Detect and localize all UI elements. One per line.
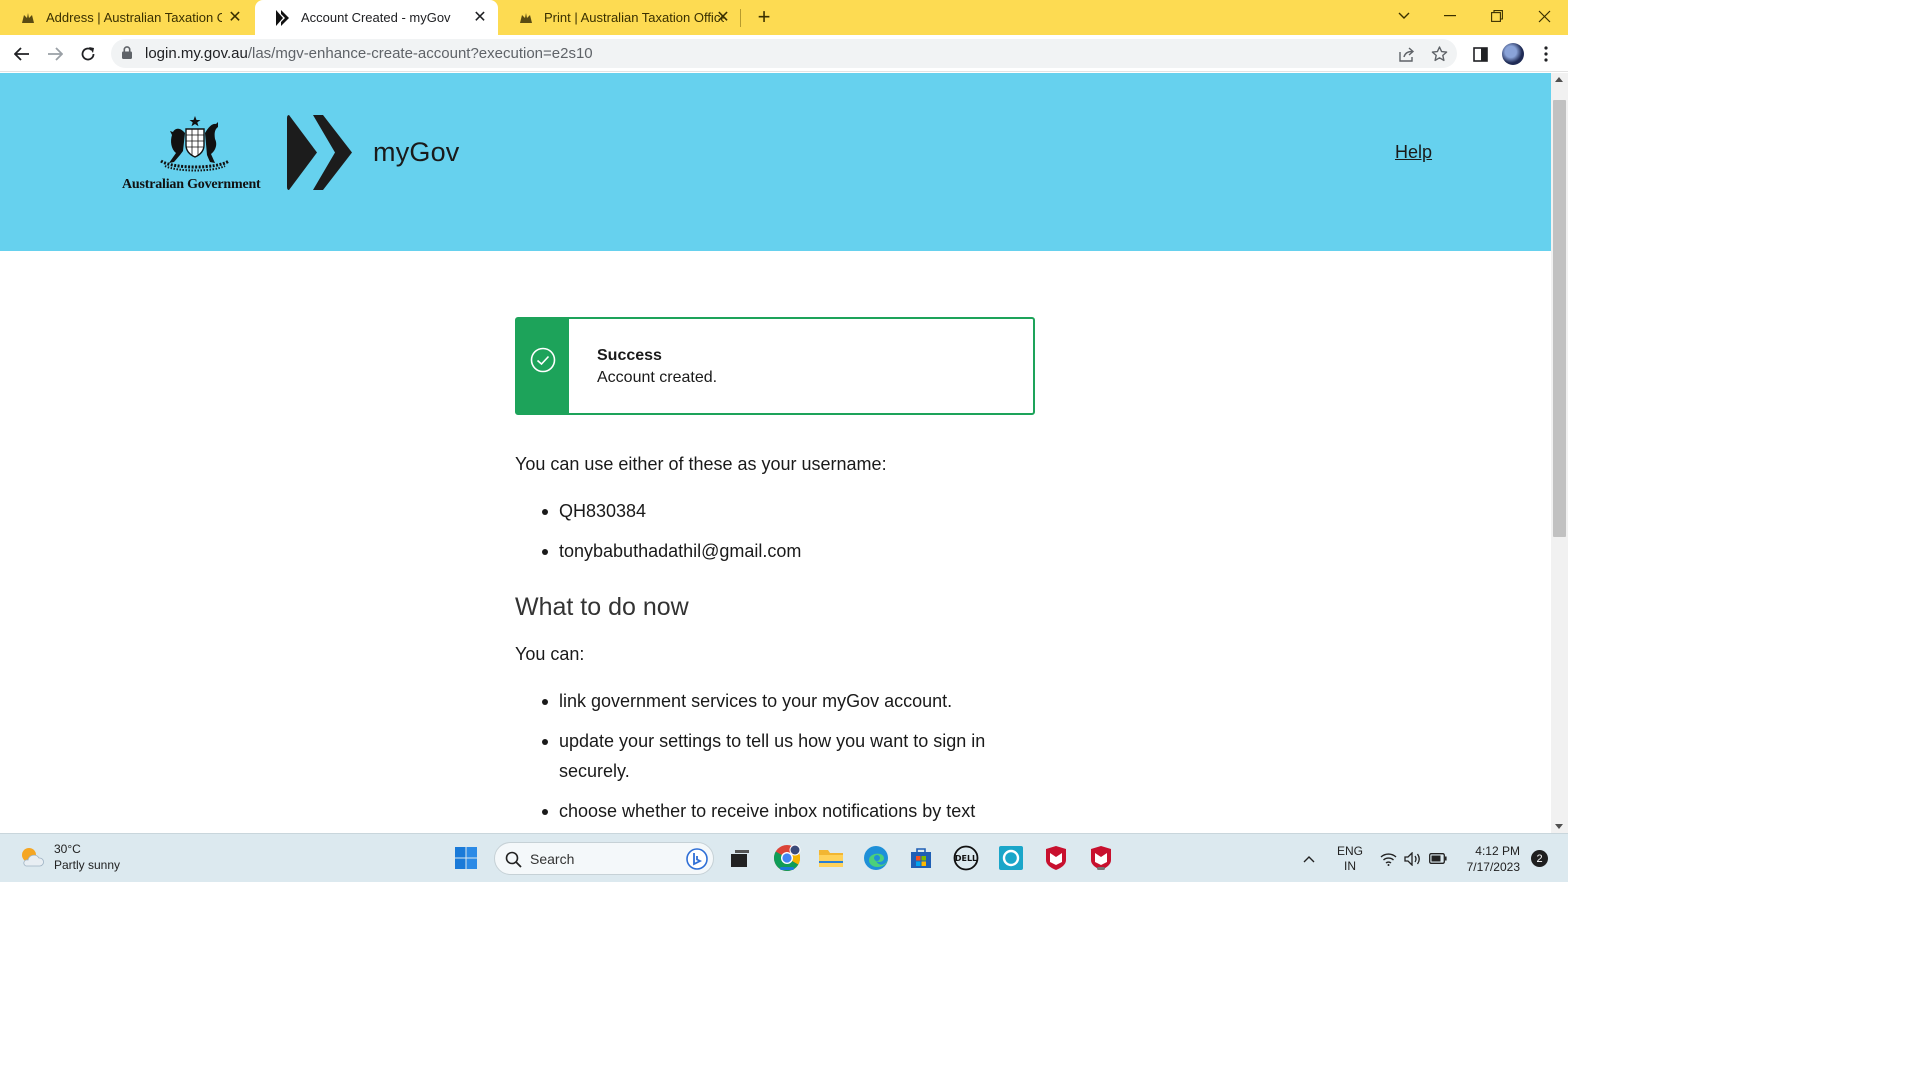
site-header: Australian Government myGov Help (0, 73, 1551, 251)
avatar (1502, 43, 1524, 65)
government-name: Australian Government (122, 177, 261, 192)
main-content: Success Account created. You can use eit… (515, 317, 1035, 826)
url-path: /las/mgv-enhance-create-account?executio… (247, 45, 593, 62)
username-list: QH830384 tonybabuthadathil@gmail.com (515, 496, 1035, 566)
file-explorer-icon[interactable] (816, 843, 846, 873)
reload-icon[interactable] (75, 41, 101, 67)
address-bar[interactable]: login.my.gov.au/las/mgv-enhance-create-a… (111, 39, 1457, 68)
edge-browser-icon[interactable] (861, 843, 891, 873)
what-to-do-heading: What to do now (515, 593, 689, 621)
tab-ato-address[interactable]: Address | Australian Taxation Office ✕ (0, 0, 253, 35)
browser-menu-icon[interactable] (1534, 42, 1558, 66)
mcafee-icon[interactable] (1041, 843, 1071, 873)
url-host: login.my.gov.au (145, 45, 248, 62)
tab-title: Print | Australian Taxation Office (544, 10, 724, 25)
mygov-chevrons-icon (287, 115, 352, 190)
svg-text:DELL: DELL (955, 854, 977, 863)
alert-title: Success (597, 347, 662, 364)
ato-crest-icon (20, 10, 36, 26)
coat-of-arms-icon (160, 116, 230, 172)
scroll-up-arrow-icon[interactable] (1555, 77, 1563, 82)
success-alert: Success Account created. (515, 317, 1035, 415)
weather-temperature: 30°C (54, 842, 81, 856)
tab-title: Account Created - myGov (301, 10, 451, 25)
windows-start-icon[interactable] (451, 843, 481, 873)
close-tab-icon[interactable]: ✕ (715, 9, 731, 26)
running-indicator (780, 867, 794, 870)
running-indicator (1097, 867, 1105, 870)
browser-tab-strip: Address | Australian Taxation Office ✕ A… (0, 0, 1568, 35)
mcafee-security-icon[interactable] (1086, 843, 1116, 873)
close-tab-icon[interactable]: ✕ (227, 9, 243, 26)
restore-icon[interactable] (1474, 0, 1520, 32)
close-tab-icon[interactable]: ✕ (472, 9, 488, 26)
bing-chat-icon[interactable] (685, 847, 709, 871)
profile-avatar[interactable] (1501, 42, 1525, 66)
share-icon[interactable] (1397, 44, 1417, 64)
weather-description: Partly sunny (54, 858, 121, 872)
you-can-intro: You can: (515, 644, 585, 664)
microsoft-store-icon[interactable] (906, 843, 936, 873)
action-item: update your settings to tell us how you … (515, 726, 1015, 786)
search-icon (505, 851, 522, 873)
mygov-wordmark: myGov (373, 137, 460, 167)
url-text[interactable]: login.my.gov.au/las/mgv-enhance-create-a… (145, 45, 593, 62)
search-label: Search (530, 851, 575, 867)
tab-mygov-account-created[interactable]: Account Created - myGov ✕ (255, 0, 498, 35)
new-tab-plus-icon[interactable]: + (752, 4, 776, 29)
alert-status-bar (517, 319, 569, 413)
tab-separator (740, 9, 741, 27)
chrome-taskbar-icon[interactable] (772, 843, 802, 873)
minimize-icon[interactable] (1427, 0, 1473, 32)
forward-arrow-icon[interactable] (42, 41, 68, 67)
partly-sunny-icon (22, 848, 44, 867)
scroll-down-arrow-icon[interactable] (1555, 824, 1563, 829)
weather-widget[interactable]: 30°C Partly sunny (18, 841, 120, 873)
page-scrollbar[interactable] (1551, 73, 1568, 833)
mygov-logo-icon (275, 9, 291, 26)
side-panel-icon[interactable] (1468, 42, 1492, 66)
username-item: QH830384 (515, 496, 1035, 526)
task-view-icon[interactable] (724, 843, 754, 873)
alert-message: Account created. (597, 369, 718, 386)
region-code: IN (1344, 858, 1356, 873)
wifi-icon[interactable] (1380, 834, 1397, 883)
success-check-icon (530, 347, 556, 373)
show-hidden-icons-chevron-icon[interactable] (1303, 834, 1315, 883)
clock-date: 7/17/2023 (1466, 859, 1520, 874)
ato-crest-icon (518, 10, 534, 26)
language-indicator[interactable]: ENG IN (1337, 834, 1363, 883)
windows-taskbar: 30°C Partly sunny Search DELL ENG IN 4:1… (0, 833, 1568, 882)
action-list: link government services to your myGov a… (515, 686, 1015, 826)
browser-toolbar: login.my.gov.au/las/mgv-enhance-create-a… (0, 35, 1568, 72)
dell-icon[interactable]: DELL (951, 843, 981, 873)
taskbar-search-box[interactable]: Search (494, 842, 714, 875)
volume-icon[interactable] (1404, 834, 1422, 883)
tab-search-chevron-icon[interactable] (1381, 0, 1427, 32)
page-viewport: Australian Government myGov Help Success… (0, 73, 1551, 833)
help-link[interactable]: Help (1395, 142, 1432, 163)
language-code: ENG (1337, 843, 1364, 858)
bookmark-star-icon[interactable] (1429, 44, 1449, 64)
scrollbar-thumb[interactable] (1553, 100, 1566, 537)
clock-time: 4:12 PM (1475, 843, 1520, 858)
clock[interactable]: 4:12 PM 7/17/2023 (1460, 834, 1520, 883)
username-intro: You can use either of these as your user… (515, 454, 887, 474)
tab-title: Address | Australian Taxation Office (46, 10, 222, 25)
mygov-logo[interactable]: myGov (287, 115, 460, 190)
tab-ato-print[interactable]: Print | Australian Taxation Office ✕ (498, 0, 741, 35)
australian-government-logo[interactable]: Australian Government (122, 115, 272, 195)
close-window-icon[interactable] (1521, 0, 1567, 32)
back-arrow-icon[interactable] (9, 41, 35, 67)
username-item: tonybabuthadathil@gmail.com (515, 536, 1035, 566)
action-item: link government services to your myGov a… (515, 686, 1015, 716)
lock-icon[interactable] (122, 46, 132, 64)
alexa-icon[interactable] (996, 843, 1026, 873)
battery-icon[interactable] (1429, 834, 1447, 883)
action-item: choose whether to receive inbox notifica… (515, 796, 1015, 826)
notification-badge[interactable]: 2 (1531, 850, 1548, 867)
